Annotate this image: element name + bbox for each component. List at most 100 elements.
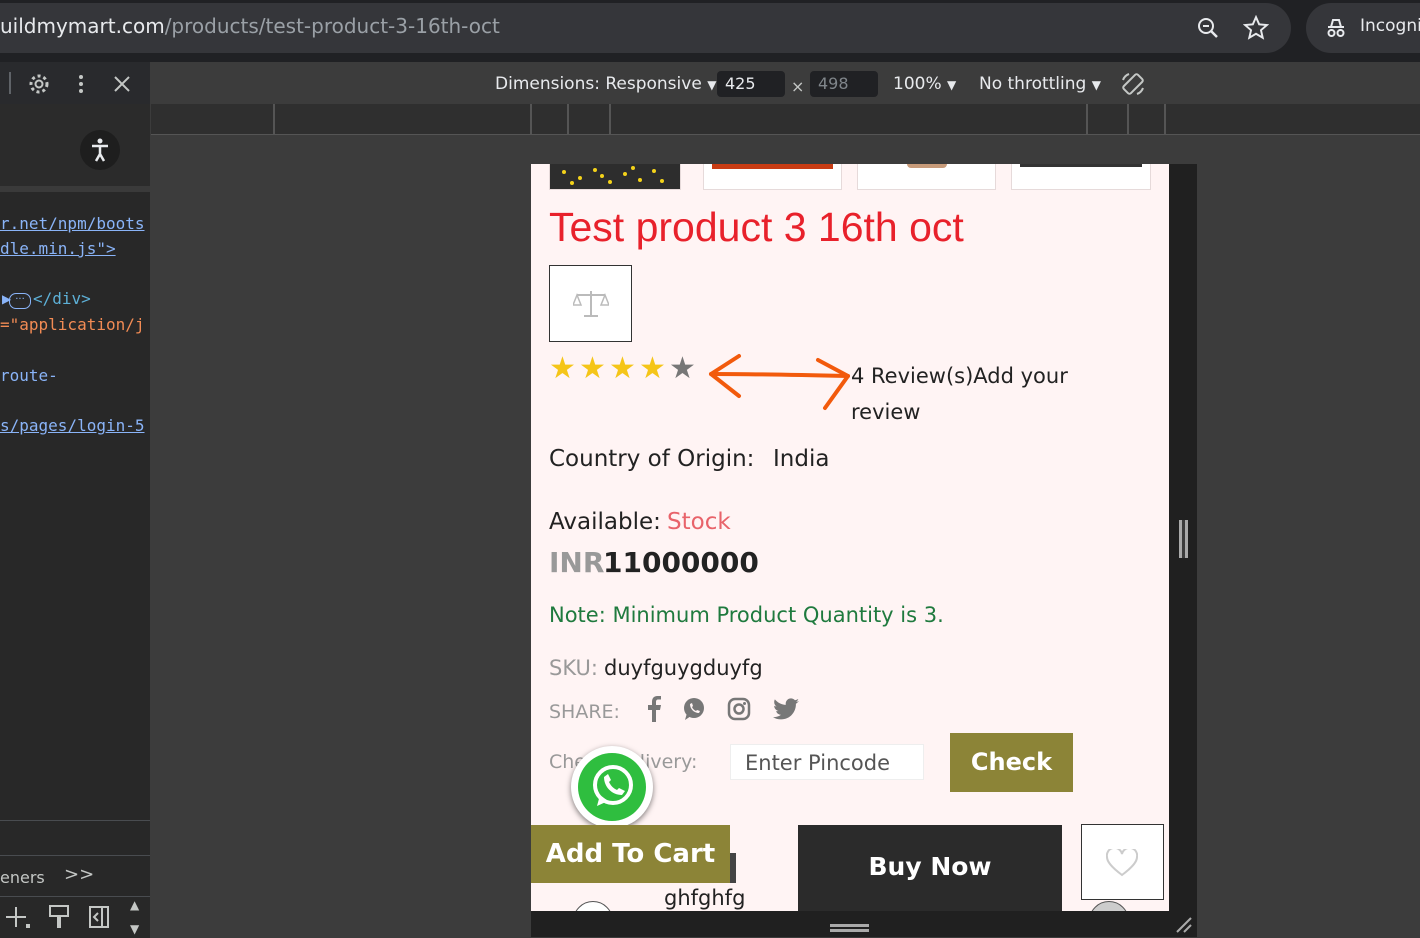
- country-of-origin-label: Country of Origin:: [549, 446, 755, 472]
- width-input[interactable]: 425: [717, 71, 785, 97]
- ruler-tick: [273, 104, 275, 134]
- star-filled-icon: ★: [609, 351, 636, 386]
- ellipsis-badge[interactable]: ···: [9, 293, 31, 309]
- accessibility-area: [0, 104, 150, 186]
- ruler-tick: [609, 104, 611, 134]
- emulated-viewport: Test product 3 16th oct ★ ★ ★ ★ ★ 4 Review(s…: [531, 164, 1169, 911]
- zoom-icon[interactable]: [1196, 16, 1220, 40]
- ruler-tick: [1164, 104, 1166, 134]
- url-host: uildmymart.com: [0, 14, 165, 38]
- throttling-label: No throttling: [979, 74, 1087, 94]
- wishlist-button[interactable]: [1081, 824, 1164, 900]
- accessibility-icon: [92, 138, 108, 162]
- whatsapp-icon: [593, 765, 633, 806]
- price-value: 11000000: [603, 546, 759, 579]
- paint-brush-icon[interactable]: [48, 904, 70, 930]
- code-line: </div>: [33, 289, 91, 308]
- carousel-next-button[interactable]: [1089, 901, 1129, 911]
- dropdown-caret-icon: ▼: [1091, 78, 1101, 92]
- code-line[interactable]: r.net/npm/boots: [0, 214, 145, 233]
- compare-scale-icon: [573, 291, 609, 317]
- scroll-down-icon[interactable]: ▼: [130, 922, 139, 936]
- facebook-icon[interactable]: [646, 696, 662, 722]
- sku-label: SKU:: [549, 656, 598, 680]
- twitter-icon[interactable]: [772, 698, 800, 722]
- height-input[interactable]: 498: [810, 71, 878, 97]
- price-currency: INR: [549, 546, 605, 579]
- buy-now-button[interactable]: Buy Now: [798, 825, 1062, 911]
- product-title: Test product 3 16th oct: [549, 204, 964, 250]
- ruler-tick: [1127, 104, 1129, 134]
- add-style-rule-icon[interactable]: [4, 904, 32, 930]
- dimensions-label: Dimensions: Responsive: [495, 74, 702, 94]
- instagram-icon[interactable]: [727, 697, 751, 721]
- product-thumbnail[interactable]: [857, 164, 996, 190]
- share-label: SHARE:: [549, 701, 620, 723]
- star-filled-icon: ★: [639, 351, 666, 386]
- sku-value: duyfguygduyfg: [604, 656, 763, 680]
- rotate-device-icon[interactable]: [1119, 70, 1147, 98]
- pincode-input[interactable]: Enter Pincode: [730, 744, 924, 780]
- incognito-icon: [1327, 19, 1345, 37]
- bookmark-star-icon[interactable]: [1243, 15, 1269, 41]
- availability-value: Stock: [667, 509, 731, 535]
- zoom-dropdown[interactable]: 100% ▼: [893, 74, 956, 94]
- add-to-cart-button[interactable]: Add To Cart: [531, 825, 730, 883]
- thumbnail-image: [906, 164, 947, 168]
- url-path: /products/test-product-3-16th-oct: [164, 14, 500, 38]
- code-line[interactable]: dle.min.js">: [0, 239, 116, 258]
- star-filled-icon: ★: [579, 351, 606, 386]
- times-sign: ×: [791, 77, 805, 96]
- url-text[interactable]: uildmymart.com/products/test-product-3-1…: [0, 14, 500, 38]
- close-devtools-icon[interactable]: [112, 74, 132, 94]
- compare-button[interactable]: [549, 265, 632, 342]
- media-query-ruler[interactable]: [151, 104, 1420, 135]
- devtools-code-view: [0, 186, 150, 826]
- dropdown-caret-icon: ▼: [707, 78, 717, 92]
- carousel-prev-button[interactable]: [573, 901, 613, 911]
- check-pincode-button[interactable]: Check: [950, 733, 1073, 792]
- star-empty-icon: ★: [669, 351, 696, 386]
- ruler-tick: [530, 104, 532, 134]
- settings-gear-icon[interactable]: [27, 72, 51, 96]
- availability-label: Available:: [549, 509, 661, 535]
- dropdown-caret-icon: ▼: [947, 78, 957, 92]
- more-tabs-chevron-icon[interactable]: >>: [64, 864, 94, 885]
- reviews-link[interactable]: 4 Review(s)Add your review: [851, 358, 1111, 430]
- resize-handle-right-line: [1185, 520, 1188, 558]
- throttling-dropdown[interactable]: No throttling ▼: [979, 74, 1101, 94]
- double-arrow-annotation-icon: [709, 354, 850, 410]
- star-filled-icon: ★: [549, 351, 576, 386]
- country-of-origin-value: India: [773, 446, 830, 472]
- product-thumbnail[interactable]: [703, 164, 842, 190]
- ruler-tick: [567, 104, 569, 134]
- divider: [0, 896, 150, 897]
- resize-handle-bottom[interactable]: [830, 924, 869, 927]
- thumbnail-image: [562, 166, 664, 185]
- heart-icon: [1106, 849, 1138, 877]
- event-listeners-tab[interactable]: eners: [0, 868, 45, 887]
- code-line: ="application/j: [0, 315, 145, 334]
- code-line[interactable]: s/pages/login-5: [0, 416, 145, 435]
- resize-corner-icon[interactable]: [1173, 916, 1193, 934]
- code-line[interactable]: route-: [0, 366, 58, 385]
- product-thumbnail[interactable]: [549, 164, 681, 190]
- whatsapp-share-icon[interactable]: [682, 697, 706, 721]
- toolbar-divider: [9, 72, 11, 94]
- device-toolbar: [151, 62, 1420, 104]
- related-product-name[interactable]: ghfghfg: [664, 886, 745, 910]
- product-thumbnail[interactable]: [1011, 164, 1151, 190]
- ruler-tick: [1086, 104, 1088, 134]
- divider: [0, 855, 150, 856]
- thumbnail-image: [712, 164, 833, 169]
- more-options-icon[interactable]: [71, 72, 91, 96]
- zoom-label: 100%: [893, 74, 942, 94]
- thumbnail-image: [1020, 164, 1142, 167]
- scroll-up-icon[interactable]: ▲: [130, 898, 139, 912]
- image-fragment: [730, 853, 736, 883]
- dimensions-dropdown[interactable]: Dimensions: Responsive ▼: [495, 74, 716, 94]
- resize-handle-bottom-line: [830, 929, 869, 932]
- toggle-sidebar-icon[interactable]: [88, 905, 110, 929]
- minimum-quantity-note: Note: Minimum Product Quantity is 3.: [549, 603, 944, 627]
- incognito-label: Incogni: [1360, 16, 1420, 36]
